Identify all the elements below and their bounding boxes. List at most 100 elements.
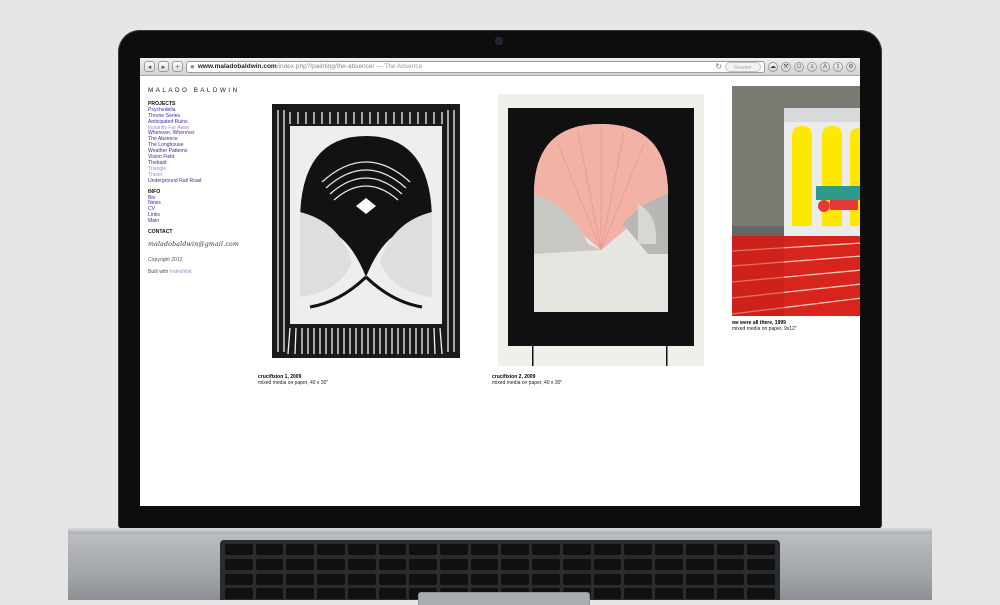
keyboard-key: [747, 544, 775, 555]
keyboard-key: [532, 558, 560, 570]
keyboard-key: [470, 573, 499, 585]
browser-window: ◂ ▸ + ● www.maladobaldwin.com/index.php?…: [140, 58, 860, 506]
keyboard-key: [716, 544, 745, 555]
keyboard-key: [286, 573, 315, 585]
keyboard-key: [655, 558, 683, 570]
font-icon[interactable]: A: [820, 61, 830, 72]
keyboard-key: [716, 588, 745, 600]
keyboard-key: [317, 573, 345, 585]
keyboard-key: [655, 544, 683, 555]
keyboard-key: [562, 573, 591, 585]
keyboard-key: [317, 558, 345, 570]
artwork-medium-2: mixed media on paper, 40 x 30": [492, 380, 563, 386]
info-nav: Bio News CV Links Main: [148, 195, 258, 226]
keyboard-key: [501, 544, 530, 555]
keyboard-key: [655, 588, 683, 600]
keyboard-key: [347, 544, 376, 555]
artwork-image-1[interactable]: [270, 102, 462, 365]
globe-icon: ●: [190, 61, 195, 71]
power-icon[interactable]: ⏻: [794, 61, 804, 72]
keyboard-key: [409, 544, 438, 555]
keyboard-key: [378, 544, 407, 555]
keyboard-key: [347, 573, 376, 585]
keyboard-key: [593, 558, 622, 570]
keyboard-key: [593, 544, 622, 555]
laptop-base: [68, 528, 932, 605]
keyboard-key: [747, 588, 775, 600]
keyboard-key: [225, 558, 253, 570]
keyboard-key: [624, 573, 653, 585]
site-title[interactable]: MALADO BALDWIN: [148, 87, 258, 94]
crucifixion-2-painting: [498, 94, 704, 366]
wrench-icon[interactable]: ⚒: [781, 61, 791, 72]
contact-heading: CONTACT: [148, 229, 173, 236]
share-icon[interactable]: ⇪: [833, 61, 843, 72]
layers-icon[interactable]: ≡: [807, 61, 817, 72]
crucifixion-1-painting: [270, 102, 462, 360]
keyboard-key: [255, 544, 284, 555]
keyboard-key: [624, 588, 653, 600]
cloud-icon[interactable]: ☁: [768, 61, 778, 72]
keyboard-key: [255, 558, 284, 570]
keyboard-key: [716, 573, 745, 585]
keyboard-key: [470, 544, 499, 555]
keyboard-key: [501, 558, 530, 570]
url-path: /index.php?/painting/the-absence/: [276, 63, 375, 70]
keyboard-key: [716, 558, 745, 570]
nav-project-link[interactable]: Underground Rail Road: [148, 178, 258, 185]
keyboard: [220, 540, 780, 600]
keyboard-key: [562, 544, 591, 555]
artwork-medium-1: mixed media on paper, 40 x 30": [258, 380, 329, 386]
keyboard-key: [378, 558, 407, 570]
keyboard-key: [409, 573, 438, 585]
keyboard-key: [685, 573, 714, 585]
keyboard-key: [440, 544, 468, 555]
keyboard-key: [225, 573, 253, 585]
keyboard-key: [593, 573, 622, 585]
address-bar[interactable]: ● www.maladobaldwin.com/index.php?/paint…: [186, 60, 765, 73]
keyboard-key: [747, 558, 775, 570]
keyboard-key: [347, 588, 376, 600]
artwork-caption-2: crucifixion 2, 2009 mixed media on paper…: [492, 374, 562, 386]
camera-icon: [496, 38, 502, 44]
forward-button[interactable]: ▸: [158, 61, 169, 72]
reader-button[interactable]: Reader: [724, 61, 761, 72]
url-domain: www.maladobaldwin.com: [197, 63, 277, 70]
keyboard-key: [440, 558, 468, 570]
reload-icon[interactable]: ↻: [715, 62, 722, 72]
keyboard-key: [685, 544, 714, 555]
keyboard-key: [593, 588, 622, 600]
keyboard-key: [255, 573, 284, 585]
nav-info-link[interactable]: Main: [148, 218, 258, 225]
built-with: Built with Indexhibit: [148, 269, 258, 276]
artwork-medium-3: mixed media on paper, 9x12": [732, 326, 797, 332]
keyboard-key: [409, 558, 438, 570]
add-bookmark-button[interactable]: +: [172, 61, 183, 72]
keyboard-key: [532, 544, 560, 555]
back-button[interactable]: ◂: [144, 61, 155, 72]
keyboard-key: [624, 558, 653, 570]
artwork-image-2[interactable]: [498, 94, 704, 371]
settings-icon[interactable]: ⚙: [846, 61, 856, 72]
keyboard-key: [286, 544, 315, 555]
artwork-image-3[interactable]: [731, 86, 860, 321]
indexhibit-link[interactable]: Indexhibit: [170, 269, 192, 275]
keyboard-key: [685, 558, 714, 570]
browser-toolbar: ◂ ▸ + ● www.maladobaldwin.com/index.php?…: [140, 58, 860, 76]
contact-email[interactable]: maladobaldwin@gmail.com: [148, 241, 258, 248]
keyboard-key: [286, 558, 315, 570]
keyboard-key: [347, 558, 376, 570]
trackpad: [418, 592, 590, 605]
keyboard-key: [378, 588, 407, 600]
keyboard-key: [317, 588, 345, 600]
keyboard-key: [501, 573, 530, 585]
keyboard-key: [470, 558, 499, 570]
keyboard-key: [624, 544, 653, 555]
page-title: — The Absence: [376, 63, 423, 70]
keyboard-key: [255, 588, 284, 600]
artwork-caption-3: we were all there, 1999 mixed media on p…: [732, 320, 797, 332]
keyboard-key: [225, 544, 253, 555]
keyboard-key: [440, 573, 468, 585]
we-were-all-there-painting: [731, 86, 860, 316]
url-text: www.maladobaldwin.com/index.php?/paintin…: [198, 63, 422, 70]
